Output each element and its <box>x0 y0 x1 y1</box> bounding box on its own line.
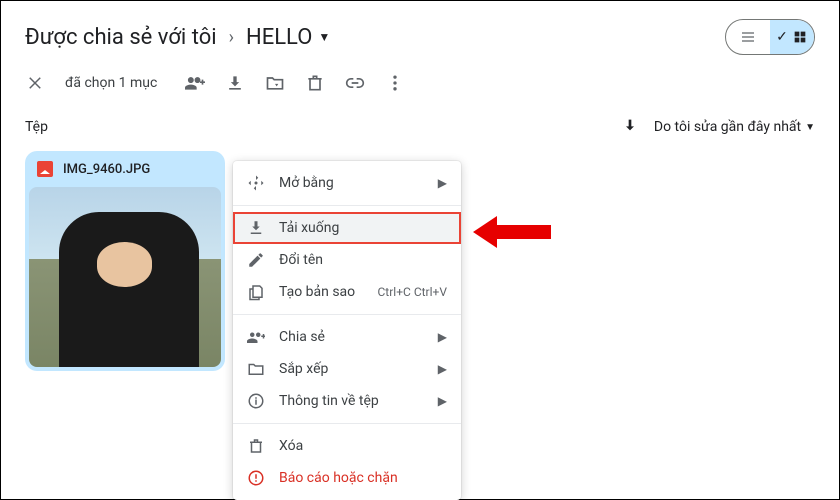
list-icon <box>740 29 756 45</box>
annotation-arrow <box>473 213 551 255</box>
context-menu: Mở bằng ▶ Tải xuống Đổi tên Tạo bản sao … <box>233 161 461 500</box>
menu-divider <box>233 423 461 424</box>
grid-icon <box>792 29 808 45</box>
menu-download[interactable]: Tải xuống <box>233 212 461 244</box>
sort-dropdown[interactable]: Do tôi sửa gần đây nhất ▼ <box>654 119 815 135</box>
menu-shortcut: Ctrl+C Ctrl+V <box>378 285 448 299</box>
more-icon[interactable] <box>385 73 405 93</box>
menu-label: Sắp xếp <box>279 361 424 377</box>
menu-label: Tạo bản sao <box>279 284 364 300</box>
chevron-right-icon: ▶ <box>438 394 447 408</box>
trash-icon <box>247 437 265 455</box>
sort-controls: Do tôi sửa gần đây nhất ▼ <box>622 117 815 137</box>
move-icon[interactable] <box>265 73 285 93</box>
image-file-icon <box>37 161 53 177</box>
close-icon[interactable] <box>25 73 45 93</box>
caret-down-icon: ▼ <box>805 122 815 133</box>
trash-icon[interactable] <box>305 73 325 93</box>
menu-share[interactable]: Chia sẻ ▶ <box>233 321 461 353</box>
menu-label: Báo cáo hoặc chặn <box>279 470 447 486</box>
info-icon <box>247 392 265 410</box>
report-icon <box>247 469 265 487</box>
breadcrumb-current-folder[interactable]: HELLO ▼ <box>246 25 330 50</box>
file-name: IMG_9460.JPG <box>63 162 150 177</box>
menu-label: Mở bằng <box>279 175 424 191</box>
open-with-icon <box>247 174 265 192</box>
menu-divider <box>233 314 461 315</box>
chevron-right-icon: ▶ <box>438 176 447 190</box>
chevron-right-icon: ▶ <box>438 362 447 376</box>
menu-trash[interactable]: Xóa <box>233 430 461 462</box>
menu-label: Đổi tên <box>279 252 447 268</box>
view-toggle <box>725 19 815 55</box>
share-icon <box>247 328 265 346</box>
chevron-right-icon: › <box>229 27 234 48</box>
sort-direction-icon[interactable] <box>622 117 638 137</box>
breadcrumb: Được chia sẻ với tôi › HELLO ▼ <box>25 25 715 50</box>
menu-report[interactable]: Báo cáo hoặc chặn <box>233 462 461 494</box>
section-files-label: Tệp <box>25 119 622 135</box>
grid-view-button[interactable] <box>770 20 814 54</box>
rename-icon <box>247 251 265 269</box>
download-icon <box>247 219 265 237</box>
selection-toolbar: đã chọn 1 mục <box>1 65 839 101</box>
controls-row: Tệp Do tôi sửa gần đây nhất ▼ <box>1 101 839 147</box>
caret-down-icon: ▼ <box>318 30 330 44</box>
menu-divider <box>233 205 461 206</box>
folder-icon <box>247 360 265 378</box>
menu-open-with[interactable]: Mở bằng ▶ <box>233 167 461 199</box>
menu-label: Xóa <box>279 438 447 454</box>
folder-name: HELLO <box>246 25 312 50</box>
menu-label: Thông tin về tệp <box>279 393 424 409</box>
menu-organize[interactable]: Sắp xếp ▶ <box>233 353 461 385</box>
menu-label: Tải xuống <box>279 220 447 236</box>
copy-icon <box>247 283 265 301</box>
sort-label-text: Do tôi sửa gần đây nhất <box>654 119 801 135</box>
download-icon[interactable] <box>225 73 245 93</box>
share-person-icon[interactable] <box>185 73 205 93</box>
menu-rename[interactable]: Đổi tên <box>233 244 461 276</box>
file-thumbnail <box>29 187 221 367</box>
menu-make-copy[interactable]: Tạo bản sao Ctrl+C Ctrl+V <box>233 276 461 308</box>
file-card[interactable]: IMG_9460.JPG <box>25 151 225 371</box>
file-header: IMG_9460.JPG <box>25 151 225 187</box>
link-icon[interactable] <box>345 73 365 93</box>
menu-file-info[interactable]: Thông tin về tệp ▶ <box>233 385 461 417</box>
list-view-button[interactable] <box>726 20 770 54</box>
selection-count: đã chọn 1 mục <box>65 75 157 91</box>
header-row: Được chia sẻ với tôi › HELLO ▼ <box>1 1 839 65</box>
menu-label: Chia sẻ <box>279 329 424 345</box>
chevron-right-icon: ▶ <box>438 330 447 344</box>
breadcrumb-shared[interactable]: Được chia sẻ với tôi <box>25 25 217 50</box>
